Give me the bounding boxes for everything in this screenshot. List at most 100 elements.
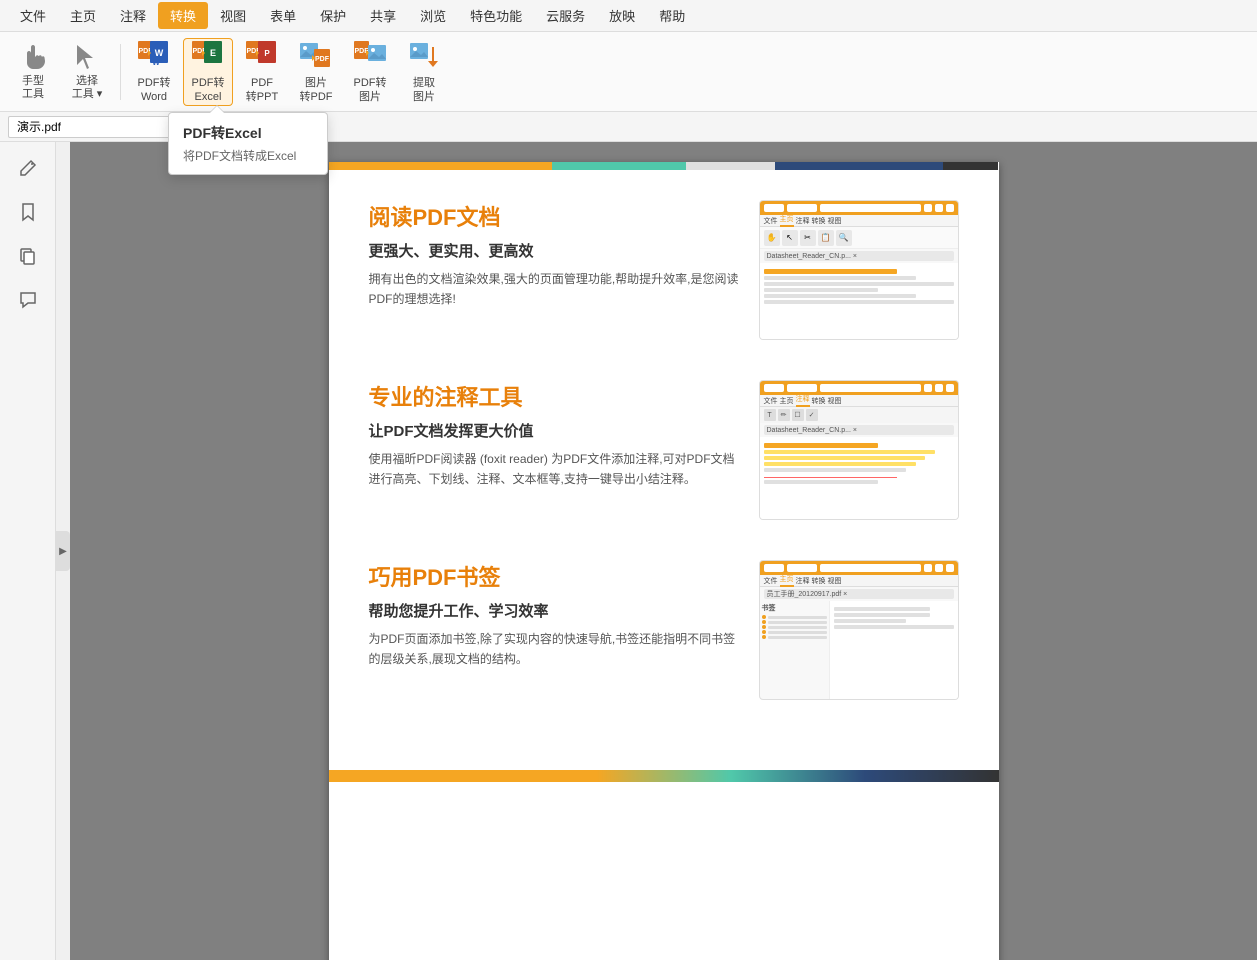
- menu-feature[interactable]: 特色功能: [458, 2, 534, 29]
- mini-bm-line-2: [768, 621, 827, 624]
- pdf-to-excel-button[interactable]: PDF E PDF转Excel: [183, 38, 233, 106]
- document-area: 阅读PDF文档 更强大、更实用、更高效 拥有出色的文档渲染效果,强大的页面管理功…: [70, 142, 1257, 960]
- mini-line-4: [764, 288, 878, 292]
- svg-text:P: P: [264, 49, 270, 58]
- section2-title: 专业的注释工具: [369, 380, 739, 412]
- extract-img-icon: [406, 39, 442, 75]
- mini-app-bar-2: [760, 381, 958, 395]
- menu-view[interactable]: 视图: [208, 2, 258, 29]
- mini-tab-ann-2: 注释: [796, 394, 810, 407]
- mini-ann-line-2: [764, 480, 878, 484]
- section3-body: 为PDF页面添加书签,除了实现内容的快速导航,书签还能指明不同书签的层级关系,展…: [369, 629, 739, 670]
- mini-addr-1: Datasheet_Reader_CN.p... ×: [764, 251, 954, 261]
- mini-logo-2: [764, 384, 784, 392]
- pdf-to-img-button[interactable]: PDF PDF转图片: [345, 38, 395, 106]
- mini-ctrl-1: [924, 204, 932, 212]
- mini-line-2: [764, 276, 916, 280]
- pdf-to-excel-icon: PDF E: [190, 39, 226, 75]
- left-chat-icon[interactable]: [10, 282, 46, 318]
- section1-body: 拥有出色的文档渲染效果,强大的页面管理功能,帮助提升效率,是您阅读PDF的理想选…: [369, 269, 739, 310]
- mini-highlighted-3: [764, 462, 916, 466]
- tooltip-dropdown: PDF转Excel 将PDF文档转成Excel: [168, 112, 328, 175]
- menu-file[interactable]: 文件: [8, 2, 58, 29]
- mini-paste: 📋: [818, 230, 834, 246]
- img-to-pdf-label: 图片转PDF: [300, 77, 333, 103]
- mini-ann-1: T: [764, 409, 776, 421]
- mini-tab-conv: 转换: [812, 216, 826, 226]
- mini-ctrl-7: [924, 564, 932, 572]
- section3-subtitle: 帮助您提升工作、学习效率: [369, 600, 739, 621]
- mini-ctrl-6: [946, 384, 954, 392]
- mini-ann-3: ☐: [792, 409, 804, 421]
- left-pages-icon[interactable]: [10, 238, 46, 274]
- section2-subtitle: 让PDF文档发挥更大价值: [369, 420, 739, 441]
- pdf-to-excel-label: PDF转Excel: [192, 77, 225, 103]
- color-bar-teal: [552, 162, 686, 170]
- mini-bm-4: [762, 630, 827, 634]
- mini-app-1: 文件 主页 注释 转换 视图 ✋ ↖ ✂ 📋 🔍: [760, 201, 958, 339]
- pdf-to-word-label: PDF转Word: [138, 77, 171, 103]
- pdf-to-ppt-button[interactable]: PDF P PDF转PPT: [237, 38, 287, 106]
- mini-tab-view: 视图: [828, 216, 842, 226]
- mini-toolbar-1: ✋ ↖ ✂ 📋 🔍: [760, 227, 958, 249]
- mini-ctrl-2: [935, 204, 943, 212]
- pdf-section-annotation: 专业的注释工具 让PDF文档发挥更大价值 使用福昕PDF阅读器 (foxit r…: [369, 380, 959, 520]
- color-bar-orange: [329, 162, 552, 170]
- img-to-pdf-button[interactable]: PDF 图片转PDF: [291, 38, 341, 106]
- mini-tab-home-3: 主页: [780, 574, 794, 587]
- menu-cloud[interactable]: 云服务: [534, 2, 597, 29]
- mini-bm-doc-3: [834, 619, 906, 623]
- menu-share[interactable]: 共享: [358, 2, 408, 29]
- mini-bm-line-3: [768, 626, 827, 629]
- left-pen-icon[interactable]: [10, 150, 46, 186]
- mini-zoom: 🔍: [836, 230, 852, 246]
- mini-bm-line-1: [768, 616, 827, 619]
- toolbar: 手型工具 选择工具 ▾ PDF W W PDF转Word PDF: [0, 32, 1257, 112]
- mini-title-3: [787, 564, 817, 572]
- menu-browse[interactable]: 浏览: [408, 2, 458, 29]
- mini-tab-file-3: 文件: [764, 576, 778, 586]
- menu-slideshow[interactable]: 放映: [597, 2, 647, 29]
- menu-annotation[interactable]: 注释: [108, 2, 158, 29]
- pdf-bottom-bar: [329, 770, 999, 782]
- section1-subtitle: 更强大、更实用、更高效: [369, 240, 739, 261]
- menu-convert[interactable]: 转换: [158, 2, 208, 29]
- mini-tab-bar-2: 文件 主页 注释 转换 视图: [760, 395, 958, 407]
- mini-tab-view-3: 视图: [828, 576, 842, 586]
- tooltip-title: PDF转Excel: [183, 123, 313, 143]
- hand-tool-icon: [15, 42, 51, 74]
- mini-line-1: [764, 269, 897, 274]
- mini-bm-dot-5: [762, 635, 766, 639]
- mini-ann-4: ✓: [806, 409, 818, 421]
- section1-title: 阅读PDF文档: [369, 200, 739, 232]
- mini-app-bar-3: [760, 561, 958, 575]
- mini-bm-doc-4: [834, 625, 954, 629]
- section2-body: 使用福昕PDF阅读器 (foxit reader) 为PDF文件添加注释,可对P…: [369, 449, 739, 490]
- hand-tool-button[interactable]: 手型工具: [8, 38, 58, 106]
- left-bookmark-icon[interactable]: [10, 194, 46, 230]
- select-tool-label: 选择工具 ▾: [72, 75, 103, 101]
- menu-home[interactable]: 主页: [58, 2, 108, 29]
- mini-logo-3: [764, 564, 784, 572]
- mini-tab-home: 主页: [780, 214, 794, 227]
- pdf-to-word-button[interactable]: PDF W W PDF转Word: [129, 38, 179, 106]
- menu-help[interactable]: 帮助: [647, 2, 697, 29]
- collapse-arrow[interactable]: ▶: [56, 531, 70, 571]
- menu-form[interactable]: 表单: [258, 2, 308, 29]
- mini-ctrl-3: [946, 204, 954, 212]
- menu-protect[interactable]: 保护: [308, 2, 358, 29]
- pdf-section-bookmark-text: 巧用PDF书签 帮助您提升工作、学习效率 为PDF页面添加书签,除了实现内容的快…: [369, 560, 739, 670]
- select-tool-button[interactable]: 选择工具 ▾: [62, 38, 112, 106]
- mini-title-1: [787, 204, 817, 212]
- mini-bm-doc-2: [834, 613, 930, 617]
- mini-space-1: [820, 204, 921, 212]
- mini-space-2: [820, 384, 921, 392]
- mini-hand: ✋: [764, 230, 780, 246]
- mini-bm-title: 书签: [762, 603, 827, 613]
- section3-title: 巧用PDF书签: [369, 560, 739, 592]
- extract-img-button[interactable]: 提取图片: [399, 38, 449, 106]
- mini-tab-bar-1: 文件 主页 注释 转换 视图: [760, 215, 958, 227]
- mini-highlighted-1: [764, 450, 935, 454]
- mini-tab-ann-3: 注释: [796, 576, 810, 586]
- mini-tab-bar-3: 文件 主页 注释 转换 视图: [760, 575, 958, 587]
